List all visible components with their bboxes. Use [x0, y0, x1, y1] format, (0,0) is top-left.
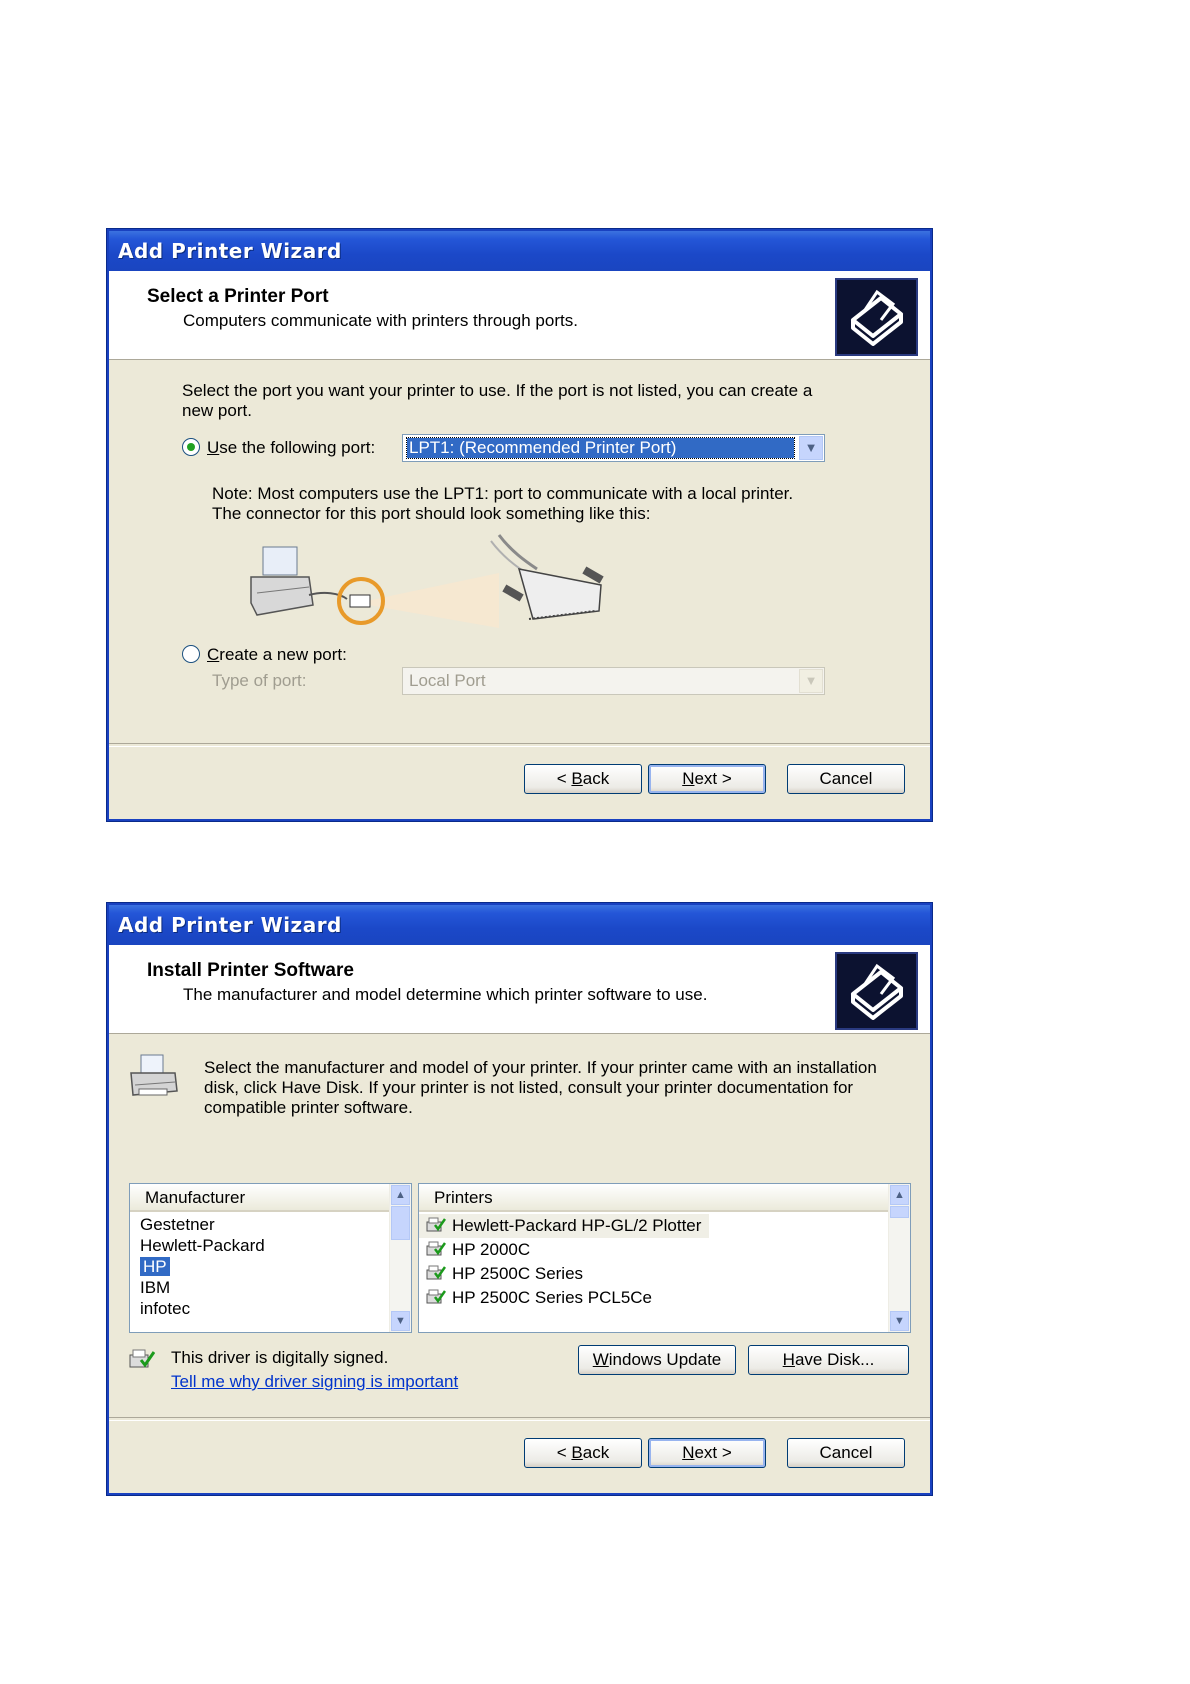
instruction-text-3: compatible printer software.: [204, 1098, 413, 1117]
instruction-text: Select the manufacturer and model of you…: [204, 1058, 877, 1077]
header-subtitle: The manufacturer and model determine whi…: [183, 985, 708, 1004]
printer-item-label: HP 2500C Series PCL5Ce: [452, 1288, 653, 1307]
back-button[interactable]: < Back: [524, 764, 642, 794]
add-printer-wizard-port-dialog: Add Printer Wizard Select a Printer Port…: [107, 229, 932, 821]
printer-item-label: HP 2500C Series: [452, 1264, 584, 1283]
next-button[interactable]: Next >: [648, 764, 766, 794]
port-select-value: LPT1: (Recommended Printer Port): [406, 437, 795, 459]
manufacturer-item[interactable]: HP: [130, 1256, 389, 1277]
printer-icon: [129, 1051, 179, 1101]
scroll-down-icon[interactable]: ▼: [890, 1311, 909, 1331]
type-of-port-label: Type of port:: [212, 671, 307, 690]
printers-list[interactable]: Printers Hewlett-Packard HP-GL/2 Plotter…: [418, 1183, 911, 1333]
create-new-port-label[interactable]: Create a new port:: [207, 645, 347, 665]
port-select[interactable]: LPT1: (Recommended Printer Port) ▼: [402, 434, 825, 462]
printers-scrollbar[interactable]: ▲ ▼: [888, 1184, 910, 1332]
scroll-up-icon[interactable]: ▲: [890, 1185, 909, 1205]
use-following-port-radio[interactable]: [182, 438, 200, 456]
signed-driver-icon: [426, 1264, 447, 1281]
cancel-button[interactable]: Cancel: [787, 1438, 905, 1468]
manufacturer-items: Gestetner Hewlett-Packard HP IBM infotec: [130, 1214, 389, 1319]
parallel-port-illustration: [249, 533, 629, 643]
manufacturer-item-label: Gestetner: [140, 1215, 215, 1234]
have-disk-button[interactable]: Have Disk...: [748, 1345, 909, 1375]
manufacturer-header[interactable]: Manufacturer: [130, 1184, 389, 1212]
scroll-thumb[interactable]: [391, 1206, 410, 1240]
header-subtitle: Computers communicate with printers thro…: [183, 311, 578, 330]
windows-update-button[interactable]: Windows Update: [578, 1345, 736, 1375]
instruction-text-2: new port.: [182, 401, 252, 420]
printer-item[interactable]: HP 2500C Series: [419, 1262, 888, 1286]
manufacturer-item[interactable]: Hewlett-Packard: [130, 1235, 389, 1256]
signed-driver-text: This driver is digitally signed.: [171, 1348, 389, 1367]
manufacturer-item[interactable]: infotec: [130, 1298, 389, 1319]
note-text: Note: Most computers use the LPT1: port …: [212, 484, 794, 503]
button-separator: [109, 1417, 930, 1421]
add-printer-wizard-software-dialog: Add Printer Wizard Install Printer Softw…: [107, 903, 932, 1495]
type-of-port-value: Local Port: [409, 671, 486, 690]
create-new-port-radio[interactable]: [182, 645, 200, 663]
signed-driver-icon: [129, 1348, 156, 1370]
printer-wizard-icon: [835, 278, 918, 356]
printer-item-label: HP 2000C: [452, 1240, 531, 1259]
wizard-header: Select a Printer Port Computers communic…: [109, 271, 930, 360]
title-bar[interactable]: Add Printer Wizard: [109, 905, 930, 945]
printer-items: Hewlett-Packard HP-GL/2 Plotter HP 2000C H…: [419, 1214, 888, 1310]
driver-signing-link[interactable]: Tell me why driver signing is important: [171, 1372, 458, 1392]
manufacturer-item-label: infotec: [140, 1299, 191, 1318]
header-title: Select a Printer Port: [147, 286, 329, 307]
manufacturer-item[interactable]: IBM: [130, 1277, 389, 1298]
manufacturer-item-label: HP: [140, 1257, 170, 1276]
manufacturer-scrollbar[interactable]: ▲ ▼: [389, 1184, 411, 1332]
cancel-button[interactable]: Cancel: [787, 764, 905, 794]
printer-wizard-icon: [835, 952, 918, 1030]
signed-driver-icon: [426, 1288, 447, 1305]
use-following-port-label[interactable]: Use the following port:: [207, 438, 375, 458]
scroll-thumb[interactable]: [890, 1206, 909, 1218]
button-separator: [109, 743, 930, 747]
type-of-port-select: Local Port ▼: [402, 667, 825, 695]
signed-driver-icon: [426, 1216, 447, 1233]
back-button[interactable]: < Back: [524, 1438, 642, 1468]
wizard-header: Install Printer Software The manufacture…: [109, 945, 930, 1034]
printer-item[interactable]: Hewlett-Packard HP-GL/2 Plotter: [419, 1214, 710, 1238]
chevron-down-icon[interactable]: ▼: [799, 436, 823, 460]
instruction-text: Select the port you want your printer to…: [182, 381, 813, 400]
next-button[interactable]: Next >: [648, 1438, 766, 1468]
printers-header[interactable]: Printers: [419, 1184, 888, 1212]
scroll-down-icon[interactable]: ▼: [391, 1311, 410, 1331]
printer-item-label: Hewlett-Packard HP-GL/2 Plotter: [452, 1216, 702, 1235]
printer-item[interactable]: HP 2500C Series PCL5Ce: [419, 1286, 888, 1310]
manufacturer-item-label: Hewlett-Packard: [140, 1236, 265, 1255]
manufacturer-list[interactable]: Manufacturer Gestetner Hewlett-Packard HP I…: [129, 1183, 412, 1333]
note-text-2: The connector for this port should look …: [212, 504, 651, 523]
chevron-down-icon: ▼: [799, 669, 823, 693]
signed-driver-icon: [426, 1240, 447, 1257]
manufacturer-item-label: IBM: [140, 1278, 171, 1297]
scroll-up-icon[interactable]: ▲: [391, 1185, 410, 1205]
title-bar[interactable]: Add Printer Wizard: [109, 231, 930, 271]
printer-item[interactable]: HP 2000C: [419, 1238, 888, 1262]
header-title: Install Printer Software: [147, 960, 354, 981]
manufacturer-item[interactable]: Gestetner: [130, 1214, 389, 1235]
instruction-text-2: disk, click Have Disk. If your printer i…: [204, 1078, 854, 1097]
